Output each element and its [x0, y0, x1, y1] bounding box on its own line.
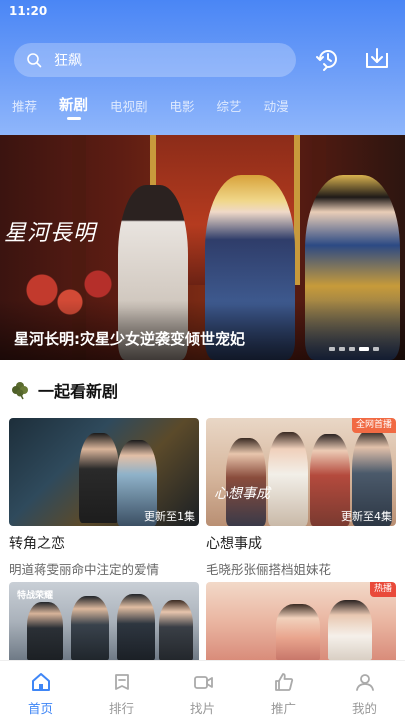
tab-variety[interactable]: 综艺 [217, 93, 242, 123]
thumb-figure [71, 596, 109, 660]
search-query: 狂飙 [54, 53, 82, 69]
hero-banner[interactable]: 星河長明 星河长明:灾星少女逆袭变倾世宠妃 [0, 135, 405, 360]
drama-title[interactable]: 心想事成 [206, 533, 396, 553]
app-header: 11:20 狂飙 推荐 新剧 电视剧 电影 综艺 动漫 [0, 0, 405, 135]
banner-dot-active[interactable] [359, 347, 369, 351]
tabbar-find[interactable]: 找片 [162, 661, 243, 720]
banner-pagination [325, 347, 379, 351]
home-icon [31, 673, 50, 691]
drama-thumbnail[interactable]: 特战荣耀 [9, 582, 199, 660]
drama-thumbnail[interactable]: 更新至1集 [9, 418, 199, 526]
drama-card[interactable]: 心想事成 全网首播 更新至4集 心想事成 毛晓彤张俪搭档姐妹花 [206, 418, 396, 578]
drama-title[interactable]: 转角之恋 [9, 533, 199, 553]
banner-dot[interactable] [339, 347, 345, 351]
history-button[interactable] [313, 44, 343, 74]
tab-movies[interactable]: 电影 [170, 93, 195, 123]
status-time: 11:20 [9, 4, 48, 18]
thumb-figure [159, 600, 193, 660]
search-input[interactable]: 狂飙 [14, 43, 296, 77]
update-badge: 更新至4集 [341, 510, 392, 523]
tab-anime[interactable]: 动漫 [264, 93, 289, 123]
thumb-figure [117, 594, 155, 660]
drama-thumbnail[interactable]: 心想事成 全网首播 更新至4集 [206, 418, 396, 526]
drama-card[interactable]: 更新至1集 转角之恋 明道蒋雯丽命中注定的爱情 [9, 418, 199, 578]
clover-icon [12, 382, 28, 400]
drama-subtitle: 毛晓彤张俪搭档姐妹花 [206, 562, 332, 577]
category-tabs: 推荐 新剧 电视剧 电影 综艺 动漫 [0, 93, 405, 123]
update-badge: 更新至1集 [144, 510, 195, 523]
tab-new-drama[interactable]: 新剧 [59, 93, 88, 123]
banner-dot[interactable] [349, 347, 355, 351]
banner-dot[interactable] [329, 347, 335, 351]
corner-badge: 全网首播 [351, 418, 396, 433]
search-icon [27, 53, 42, 68]
drama-card[interactable]: 特战荣耀 [9, 582, 199, 660]
section-header: 一起看新剧 [10, 377, 118, 403]
tabbar-promote[interactable]: 推广 [243, 661, 324, 720]
drama-card[interactable]: 热播 [206, 582, 396, 660]
tabbar-label: 我的 [351, 701, 377, 716]
tabbar-label: 排行 [108, 701, 134, 716]
video-camera-icon [193, 676, 213, 689]
status-bar: 11:20 [0, 0, 405, 22]
drama-subtitle: 明道蒋雯丽命中注定的爱情 [9, 562, 160, 577]
thumb-figure [79, 433, 119, 523]
banner-title: 星河长明:灾星少女逆袭变倾世宠妃 [14, 330, 246, 348]
thumb-figure [226, 438, 266, 526]
tabbar-label: 推广 [270, 701, 296, 716]
thumbs-up-icon [274, 673, 293, 691]
bottom-tabbar: 首页 排行 找片 推广 我的 [0, 660, 405, 720]
thumb-figure [276, 604, 320, 660]
download-icon [366, 48, 388, 68]
history-icon [316, 50, 337, 71]
tabbar-ranking[interactable]: 排行 [81, 661, 162, 720]
tabbar-profile[interactable]: 我的 [324, 661, 405, 720]
banner-calligraphy: 星河長明 [4, 221, 97, 246]
tab-recommend[interactable]: 推荐 [12, 93, 37, 123]
thumb-figure [268, 432, 308, 526]
tabbar-label: 找片 [189, 701, 215, 716]
tabbar-home[interactable]: 首页 [0, 661, 81, 720]
section-title: 一起看新剧 [38, 382, 119, 401]
banner-dot[interactable] [373, 347, 379, 351]
thumb-figure [27, 602, 63, 660]
download-button[interactable] [362, 44, 392, 74]
corner-badge: 热播 [369, 582, 396, 597]
drama-thumbnail[interactable]: 热播 [206, 582, 396, 660]
ranking-icon [114, 674, 129, 690]
thumb-figure [328, 600, 372, 660]
user-icon [355, 674, 374, 691]
tab-tv-series[interactable]: 电视剧 [110, 93, 148, 123]
thumb-logo-text: 心想事成 [214, 486, 270, 502]
thumb-logo-text: 特战荣耀 [17, 591, 54, 601]
tabbar-label: 首页 [27, 701, 53, 716]
